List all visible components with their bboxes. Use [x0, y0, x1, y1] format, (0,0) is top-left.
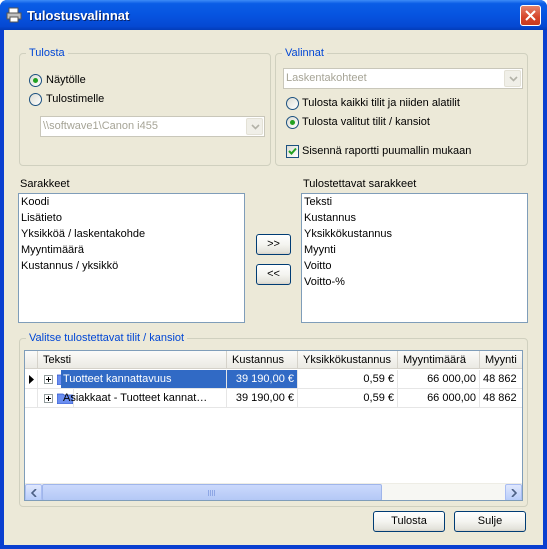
row-unit-cost: 0,59 € — [298, 370, 398, 389]
list-item[interactable]: Kustannus / yksikkö — [19, 258, 244, 274]
screen-radio[interactable] — [29, 74, 42, 87]
list-item[interactable]: Lisätieto — [19, 210, 244, 226]
arrow-left-icon — [31, 489, 37, 497]
available-columns-label: Sarakkeet — [20, 178, 70, 190]
row-cost: 39 190,00 € — [227, 370, 298, 389]
list-item[interactable]: Kustannus — [302, 210, 527, 226]
close-dialog-button[interactable]: Sulje — [454, 511, 526, 532]
expand-icon[interactable] — [44, 375, 53, 384]
printer-select-dropdown[interactable] — [246, 118, 263, 135]
title-bar[interactable]: Tulostusvalinnat — [0, 0, 547, 30]
scroll-left-button[interactable] — [25, 484, 42, 500]
scroll-thumb[interactable] — [42, 484, 382, 500]
selected-columns-label: Tulostettavat sarakkeet — [303, 178, 417, 190]
row-sales: 48 862 — [480, 370, 522, 389]
arrow-right-icon — [511, 489, 517, 497]
row-sales-qty: 66 000,00 — [398, 389, 480, 408]
expand-icon[interactable] — [44, 394, 53, 403]
print-button[interactable]: Tulosta — [373, 511, 445, 532]
horizontal-scrollbar[interactable] — [25, 483, 522, 500]
close-button[interactable] — [520, 5, 541, 26]
list-item[interactable]: Yksikköä / laskentakohde — [19, 226, 244, 242]
chevron-down-icon — [509, 76, 518, 82]
list-item[interactable]: Voitto-% — [302, 274, 527, 290]
row-text: Tuotteet kannattavuus — [61, 370, 227, 389]
list-item[interactable]: Voitto — [302, 258, 527, 274]
valinnat-group: Valinnat Laskentakohteet Tulosta kaikki … — [275, 47, 528, 166]
accounts-legend: Valitse tulostettavat tilit / kansiot — [26, 332, 188, 344]
screen-radio-label[interactable]: Näytölle — [46, 74, 86, 86]
printer-select-value: \\softwave1\Canon i455 — [43, 120, 158, 132]
row-sales-qty: 66 000,00 — [398, 370, 480, 389]
scroll-right-button[interactable] — [505, 484, 522, 500]
selected-columns-list[interactable]: Teksti Kustannus Yksikkökustannus Myynti… — [301, 193, 528, 323]
list-item[interactable]: Koodi — [19, 194, 244, 210]
list-item[interactable]: Myynti — [302, 242, 527, 258]
tulosta-legend: Tulosta — [26, 47, 68, 59]
row-text: Asiakkaat - Tuotteet kannat… — [61, 389, 227, 408]
grid-header: Teksti Kustannus Yksikkökustannus Myynti… — [25, 351, 522, 369]
add-column-button[interactable]: >> — [256, 234, 291, 255]
dialog-window: Tulostusvalinnat Tulosta Näytölle Tulost… — [0, 0, 547, 549]
printer-select[interactable]: \\softwave1\Canon i455 — [40, 116, 265, 137]
row-indicator-header — [25, 351, 38, 369]
target-type-dropdown[interactable] — [504, 70, 521, 87]
target-type-select[interactable]: Laskentakohteet — [283, 68, 523, 89]
available-columns-list[interactable]: Koodi Lisätieto Yksikköä / laskentakohde… — [18, 193, 245, 323]
table-row[interactable]: Asiakkaat - Tuotteet kannat… 39 190,00 €… — [25, 389, 522, 408]
current-row-arrow-icon — [29, 375, 34, 384]
list-item[interactable]: Teksti — [302, 194, 527, 210]
indent-checkbox[interactable] — [286, 145, 299, 158]
accounts-grid[interactable]: Teksti Kustannus Yksikkökustannus Myynti… — [24, 350, 523, 501]
row-indicator — [25, 370, 38, 389]
printer-radio-label[interactable]: Tulostimelle — [46, 93, 104, 105]
close-icon — [525, 10, 536, 21]
column-header-sales-qty[interactable]: Myyntimäärä — [398, 351, 480, 369]
target-type-value: Laskentakohteet — [286, 72, 367, 84]
print-selected-radio[interactable] — [286, 116, 299, 129]
column-header-unit-cost[interactable]: Yksikkökustannus — [298, 351, 398, 369]
printer-radio[interactable] — [29, 93, 42, 106]
print-all-radio[interactable] — [286, 97, 299, 110]
row-cost: 39 190,00 € — [227, 389, 298, 408]
remove-column-button[interactable]: << — [256, 264, 291, 285]
chevron-down-icon — [251, 124, 260, 130]
tulosta-group: Tulosta Näytölle Tulostimelle \\softwave… — [19, 47, 271, 166]
scroll-grip — [208, 490, 216, 496]
row-indicator — [25, 389, 38, 408]
printer-icon — [6, 7, 22, 23]
valinnat-legend: Valinnat — [282, 47, 327, 59]
print-selected-label[interactable]: Tulosta valitut tilit / kansiot — [302, 116, 430, 128]
column-header-cost[interactable]: Kustannus — [227, 351, 298, 369]
row-unit-cost: 0,59 € — [298, 389, 398, 408]
indent-label[interactable]: Sisennä raportti puumallin mukaan — [302, 145, 471, 157]
checkmark-icon — [288, 147, 297, 155]
dialog-client-area: Tulosta Näytölle Tulostimelle \\softwave… — [4, 30, 543, 545]
row-sales: 48 862 — [480, 389, 522, 408]
table-row[interactable]: Tuotteet kannattavuus 39 190,00 € 0,59 €… — [25, 370, 522, 389]
list-item[interactable]: Yksikkökustannus — [302, 226, 527, 242]
list-item[interactable]: Myyntimäärä — [19, 242, 244, 258]
column-header-text[interactable]: Teksti — [38, 351, 227, 369]
window-title: Tulostusvalinnat — [27, 8, 130, 23]
print-all-label[interactable]: Tulosta kaikki tilit ja niiden alatilit — [302, 97, 460, 109]
column-header-sales[interactable]: Myynti — [480, 351, 522, 369]
